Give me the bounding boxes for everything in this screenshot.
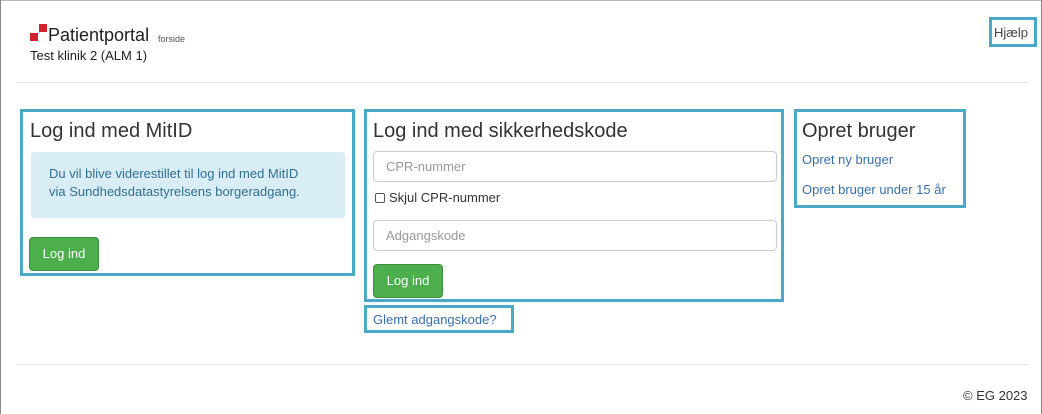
code-login-panel: Log ind med sikkerhedskode CPR-nummer Sk… — [364, 109, 784, 302]
cpr-input[interactable]: CPR-nummer — [373, 151, 777, 182]
mitid-title: Log ind med MitID — [30, 120, 193, 142]
window-left-border — [0, 0, 1, 414]
code-login-title: Log ind med sikkerhedskode — [373, 120, 628, 142]
hide-cpr-checkbox[interactable] — [375, 193, 385, 203]
header-divider — [16, 82, 1028, 83]
hide-cpr-label[interactable]: Skjul CPR-nummer — [389, 190, 500, 205]
logo-square-top — [39, 24, 47, 32]
footer-divider — [16, 364, 1028, 365]
brand-subtitle[interactable]: forside — [158, 34, 185, 44]
mitid-info-line2: via Sundhedsdatastyrelsens borgeradgang. — [49, 184, 300, 199]
create-new-user-link[interactable]: Opret ny bruger — [802, 152, 893, 167]
brand-title[interactable]: Patientportal — [48, 26, 149, 44]
mitid-login-button[interactable]: Log ind — [29, 237, 99, 271]
logo-square-bottom — [30, 33, 38, 41]
create-user-under15-link[interactable]: Opret bruger under 15 år — [802, 182, 946, 197]
copyright: © EG 2023 — [963, 388, 1028, 403]
logo-icon[interactable] — [30, 24, 50, 44]
mitid-info-box: Du vil blive viderestillet til log ind m… — [31, 152, 345, 218]
mitid-info-line1: Du vil blive viderestillet til log ind m… — [49, 166, 299, 181]
hide-cpr-row[interactable]: Skjul CPR-nummer — [375, 190, 500, 205]
password-input[interactable]: Adgangskode — [373, 220, 777, 251]
create-user-panel: Opret bruger Opret ny bruger Opret bruge… — [794, 109, 966, 208]
mitid-login-panel: Log ind med MitID Du vil blive videresti… — [20, 109, 355, 276]
window-top-border — [0, 0, 1042, 1]
create-user-title: Opret bruger — [802, 120, 916, 142]
forgot-password-link[interactable]: Glemt adgangskode? — [364, 305, 514, 333]
clinic-name: Test klinik 2 (ALM 1) — [30, 48, 148, 63]
help-link[interactable]: Hjælp — [989, 17, 1037, 47]
code-login-button[interactable]: Log ind — [373, 264, 443, 298]
